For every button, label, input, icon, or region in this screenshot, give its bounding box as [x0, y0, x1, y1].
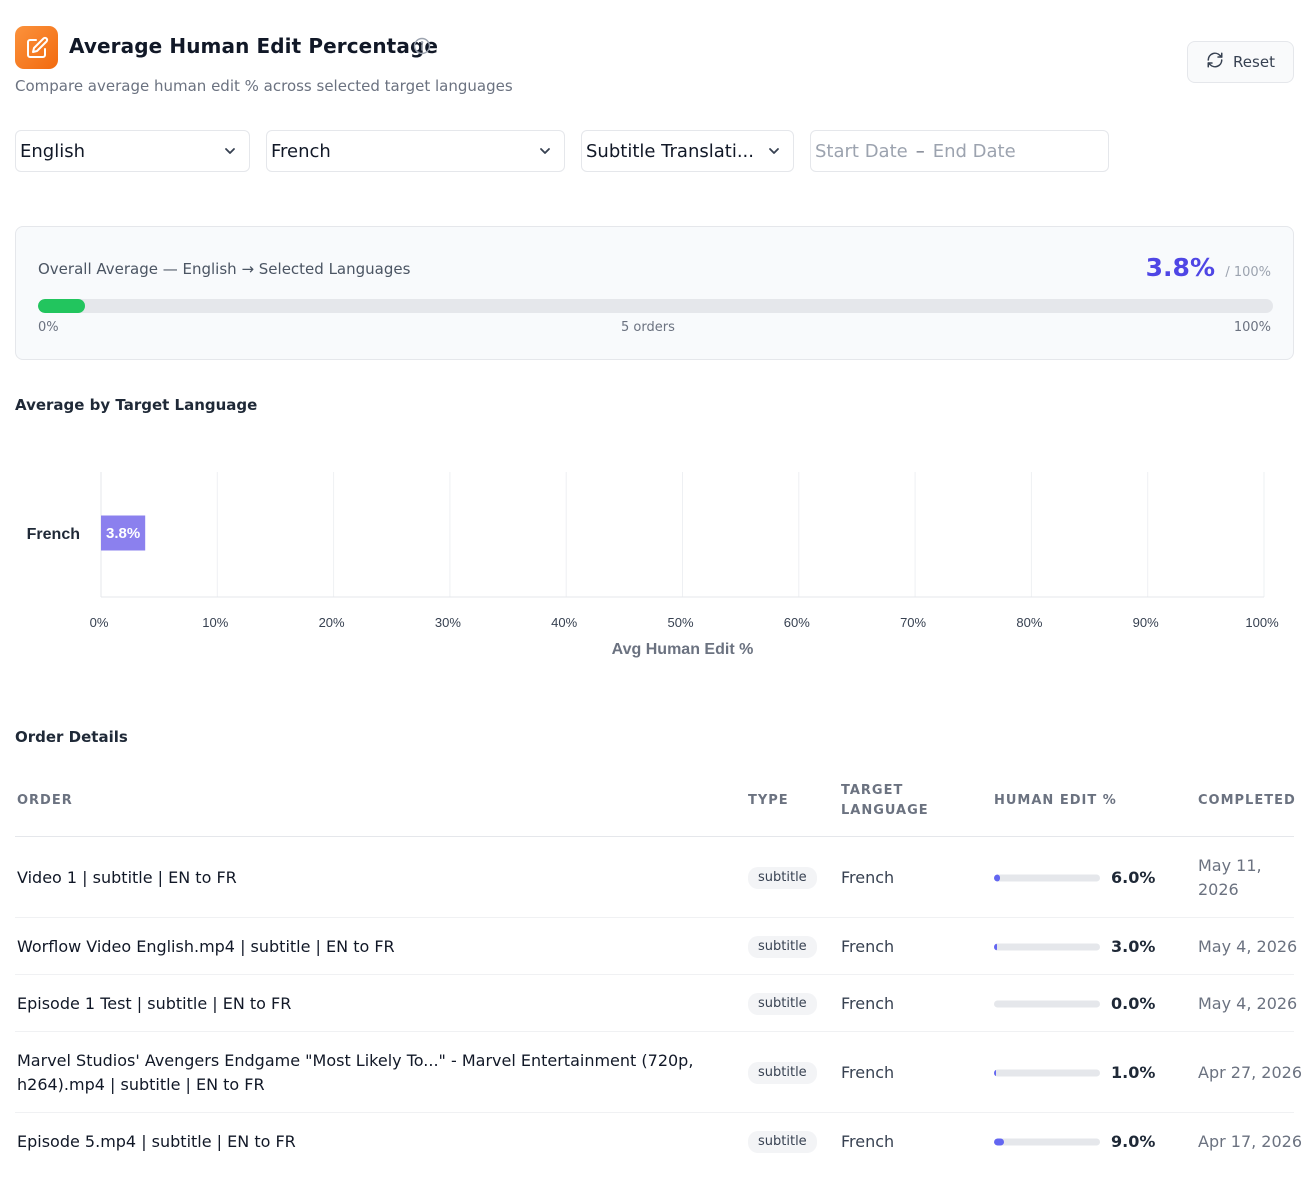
target-language-cell: French [841, 867, 895, 887]
reset-button[interactable]: Reset [1187, 41, 1294, 83]
order-name[interactable]: Marvel Studios' Avengers Endgame "Most L… [17, 1049, 697, 1097]
chart-tick-label: 60% [784, 615, 810, 630]
completed-date: May 4, 2026 [1198, 936, 1298, 956]
table-row[interactable]: Worflow Video English.mp4 | subtitle | E… [15, 918, 1298, 975]
human-edit-value: 1.0% [1111, 1062, 1156, 1082]
human-edit-bar [994, 1138, 1100, 1145]
human-edit-value: 3.0% [1111, 936, 1156, 956]
type-value: Subtitle Translati... [586, 140, 754, 162]
scale-min-label: 0% [38, 320, 59, 335]
source-language-select[interactable]: English [15, 130, 250, 172]
human-edit-bar [994, 1069, 1100, 1076]
type-badge: subtitle [748, 992, 817, 1015]
column-header-type[interactable]: TYPE [748, 791, 789, 811]
overall-progress-track [38, 299, 1273, 313]
human-edit-value: 9.0% [1111, 1131, 1156, 1151]
type-badge: subtitle [748, 1130, 817, 1153]
order-name[interactable]: Episode 5.mp4 | subtitle | EN to FR [17, 1130, 697, 1154]
table-row[interactable]: Video 1 | subtitle | EN to FR subtitle Fre… [15, 837, 1294, 918]
chart-tick-label: 40% [551, 615, 577, 630]
target-language-select[interactable]: French [266, 130, 565, 172]
order-name[interactable]: Worflow Video English.mp4 | subtitle | E… [17, 935, 697, 959]
chart-data-label: 3.8% [106, 525, 140, 542]
type-badge: subtitle [748, 866, 817, 889]
table-row[interactable]: Episode 1 Test | subtitle | EN to FR subt… [15, 975, 1298, 1032]
overall-average-max: / 100% [1225, 265, 1271, 280]
target-language-cell: French [841, 936, 895, 956]
chart-tick-label: 10% [202, 615, 228, 630]
column-header-completed[interactable]: COMPLETED [1198, 791, 1296, 811]
chart-tick-label: 50% [667, 615, 693, 630]
human-edit-bar [994, 874, 1100, 881]
table-row[interactable]: Episode 5.mp4 | subtitle | EN to FR subti… [15, 1113, 1303, 1170]
type-badge: subtitle [748, 935, 817, 958]
order-name[interactable]: Video 1 | subtitle | EN to FR [17, 866, 697, 890]
human-edit-bar [994, 1000, 1100, 1007]
overall-average-card: Overall Average — English → Selected Lan… [15, 226, 1294, 360]
column-header-target-line2: LANGUAGE [841, 803, 929, 818]
human-edit-bar-fill [994, 1138, 1004, 1145]
chevron-down-icon [540, 148, 550, 154]
overall-average-label: Overall Average — English → Selected Lan… [38, 260, 411, 278]
human-edit-bar-fill [994, 874, 1001, 881]
info-icon[interactable] [413, 37, 431, 55]
human-edit-bar-fill [994, 1069, 997, 1076]
chart-tick-label: 100% [1245, 615, 1279, 630]
completed-date: Apr 17, 2026 [1198, 1131, 1303, 1151]
date-separator: – [915, 140, 925, 162]
target-language-chart: 0% 10% 20% 30% 40% 50% 60% 70% 80% 90% 100% French 3… [27, 472, 1279, 658]
chart-tick-label: 20% [319, 615, 345, 630]
type-select[interactable]: Subtitle Translati... [581, 130, 794, 172]
column-header-order[interactable]: ORDER [17, 791, 73, 811]
reset-label: Reset [1233, 53, 1275, 71]
overall-average-value: 3.8% [1145, 253, 1215, 282]
chart-tick-label: 30% [435, 615, 461, 630]
chart-tick-label: 80% [1016, 615, 1042, 630]
end-date-placeholder[interactable]: End Date [933, 141, 1016, 162]
page-title: Average Human Edit Percentage [69, 34, 439, 58]
target-language-cell: French [841, 1131, 895, 1151]
column-header-target-line1: TARGET [841, 783, 904, 798]
chevron-down-icon [769, 148, 779, 154]
page-header: Average Human Edit Percentage Compare av… [15, 26, 1295, 96]
page-subtitle: Compare average human edit % across sele… [15, 77, 513, 95]
orders-section-title: Order Details [15, 728, 128, 746]
order-name[interactable]: Episode 1 Test | subtitle | EN to FR [17, 992, 697, 1016]
order-count-label: 5 orders [621, 320, 675, 335]
chart-tick-label: 0% [90, 615, 109, 630]
chart-section-title: Average by Target Language [15, 396, 258, 414]
human-edit-bar-fill [994, 943, 998, 950]
completed-date: May 11, 2026 [1198, 855, 1262, 899]
target-language-cell: French [841, 1062, 895, 1082]
start-date-placeholder[interactable]: Start Date [815, 141, 908, 162]
edit-icon [15, 26, 58, 69]
target-language-value: French [271, 140, 331, 162]
column-header-human-edit[interactable]: HUMAN EDIT % [994, 791, 1117, 811]
target-language-cell: French [841, 993, 895, 1013]
refresh-icon [1206, 51, 1224, 73]
scale-max-label: 100% [1233, 320, 1271, 335]
chart-tick-label: 70% [900, 615, 926, 630]
column-header-target-language[interactable]: TARGET LANGUAGE [841, 781, 929, 821]
human-edit-value: 0.0% [1111, 993, 1156, 1013]
chart-tick-label: 90% [1133, 615, 1159, 630]
human-edit-bar [994, 943, 1100, 950]
date-range-input[interactable]: Start Date – End Date [810, 130, 1109, 172]
completed-date: May 4, 2026 [1198, 993, 1298, 1013]
completed-date: Apr 27, 2026 [1198, 1062, 1303, 1082]
type-badge: subtitle [748, 1061, 817, 1084]
chart-x-axis-title: Avg Human Edit % [612, 641, 754, 658]
chart-category-label: French [27, 526, 80, 543]
overall-progress-fill [38, 299, 85, 313]
human-edit-value: 6.0% [1111, 867, 1156, 887]
table-row[interactable]: Marvel Studios' Avengers Endgame "Most L… [15, 1032, 1303, 1113]
source-language-value: English [20, 140, 85, 162]
chevron-down-icon [225, 148, 235, 154]
